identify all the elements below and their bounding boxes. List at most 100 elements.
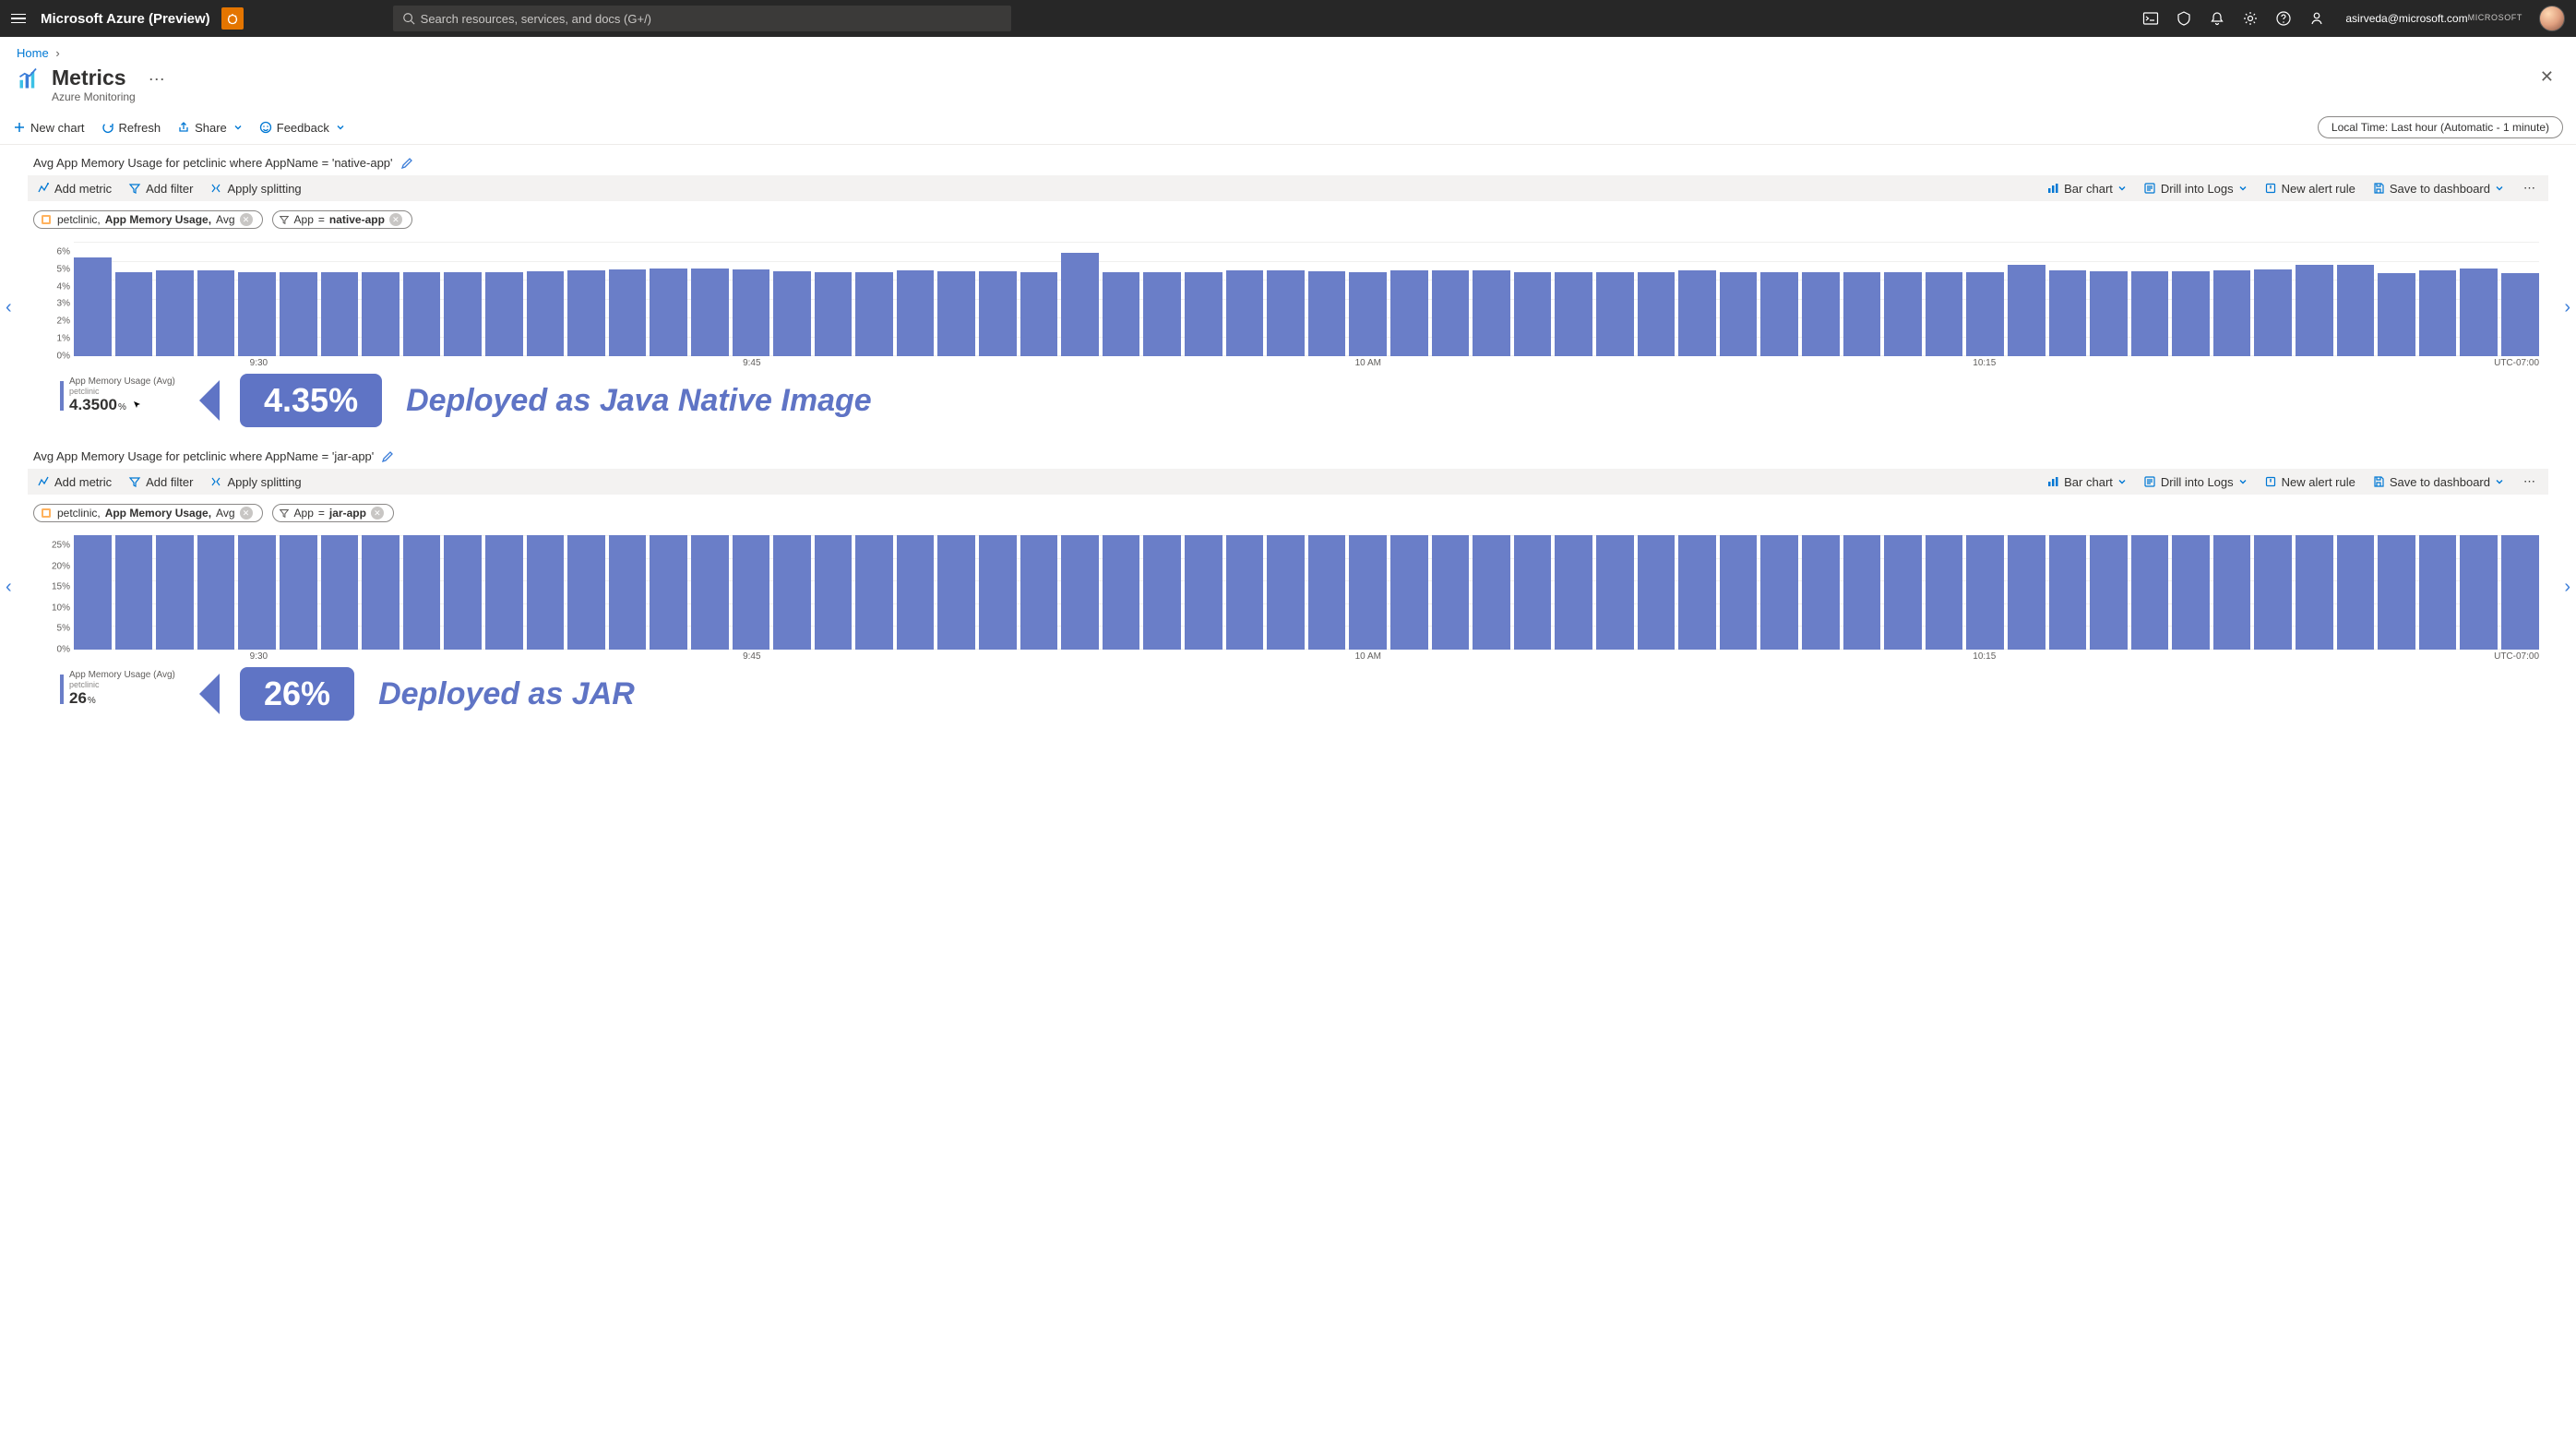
bar xyxy=(280,272,317,356)
chevron-down-icon xyxy=(233,123,243,132)
bar xyxy=(444,535,482,650)
bar xyxy=(2008,265,2045,356)
filter-chip[interactable]: App = jar-app ✕ xyxy=(272,504,394,522)
chart-command-strip: Add metric Add filter Apply splitting Ba… xyxy=(28,469,2548,495)
bar xyxy=(2419,270,2457,356)
bar xyxy=(1061,535,1099,650)
add-filter-button[interactable]: Add filter xyxy=(128,475,193,489)
filter-chip[interactable]: App = native-app ✕ xyxy=(272,210,412,229)
share-button[interactable]: Share xyxy=(177,121,243,135)
new-alert-button[interactable]: New alert rule xyxy=(2264,182,2355,196)
bar xyxy=(567,270,605,356)
chip-filter-op: = xyxy=(318,507,325,519)
legend-value: 4.3500 xyxy=(69,396,117,414)
add-metric-button[interactable]: Add metric xyxy=(37,182,112,196)
apply-splitting-button[interactable]: Apply splitting xyxy=(209,182,301,196)
save-icon xyxy=(2372,475,2385,488)
bar xyxy=(1843,272,1881,356)
new-alert-label: New alert rule xyxy=(2282,182,2355,196)
sparkle-icon xyxy=(37,182,50,195)
bar xyxy=(1267,535,1305,650)
legend-line2: petclinic xyxy=(69,680,175,689)
remove-chip-icon[interactable]: ✕ xyxy=(240,507,253,519)
feedback-button[interactable]: Feedback xyxy=(259,121,345,135)
new-chart-button[interactable]: New chart xyxy=(13,121,85,135)
drill-logs-button[interactable]: Drill into Logs xyxy=(2143,182,2248,196)
new-alert-label: New alert rule xyxy=(2282,475,2355,489)
metric-chip[interactable]: petclinic, App Memory Usage, Avg ✕ xyxy=(33,210,263,229)
chart-type-button[interactable]: Bar chart xyxy=(2046,475,2127,489)
bar xyxy=(1596,535,1634,650)
bar xyxy=(1143,272,1181,356)
help-icon[interactable] xyxy=(2275,10,2292,27)
bar xyxy=(156,270,194,356)
bar xyxy=(2254,535,2292,650)
new-alert-button[interactable]: New alert rule xyxy=(2264,475,2355,489)
refresh-button[interactable]: Refresh xyxy=(101,121,161,135)
drill-logs-button[interactable]: Drill into Logs xyxy=(2143,475,2248,489)
bar xyxy=(2049,535,2087,650)
add-metric-button[interactable]: Add metric xyxy=(37,475,112,489)
more-actions-icon[interactable]: ⋯ xyxy=(149,70,165,90)
bar xyxy=(362,535,400,650)
avatar[interactable] xyxy=(2539,6,2565,31)
pencil-icon[interactable] xyxy=(400,157,413,170)
directories-icon[interactable] xyxy=(2176,10,2192,27)
pencil-icon[interactable] xyxy=(381,450,394,463)
bar xyxy=(2378,535,2415,650)
feedback-icon[interactable] xyxy=(2308,10,2325,27)
chip-row: petclinic, App Memory Usage, Avg ✕ App =… xyxy=(28,201,2548,238)
bar xyxy=(1226,535,1264,650)
bar xyxy=(1061,253,1099,356)
metric-chip[interactable]: petclinic, App Memory Usage, Avg ✕ xyxy=(33,504,263,522)
more-chart-actions-icon[interactable]: ⋯ xyxy=(2521,474,2539,489)
bar xyxy=(1432,270,1470,356)
time-range-picker[interactable]: Local Time: Last hour (Automatic - 1 min… xyxy=(2318,116,2563,138)
prev-chart-icon[interactable]: ‹ xyxy=(6,297,12,318)
chart-type-button[interactable]: Bar chart xyxy=(2046,182,2127,196)
save-dashboard-button[interactable]: Save to dashboard xyxy=(2372,475,2504,489)
apply-splitting-button[interactable]: Apply splitting xyxy=(209,475,301,489)
cloud-shell-icon[interactable] xyxy=(2142,10,2159,27)
add-filter-label: Add filter xyxy=(146,182,193,196)
chevron-right-icon: › xyxy=(55,46,59,60)
legend-line1: App Memory Usage (Avg) xyxy=(69,670,175,680)
bar xyxy=(1966,272,2004,356)
new-chart-label: New chart xyxy=(30,121,85,135)
share-label: Share xyxy=(195,121,227,135)
bar xyxy=(650,269,687,356)
remove-chip-icon[interactable]: ✕ xyxy=(371,507,384,519)
refresh-label: Refresh xyxy=(119,121,161,135)
bar xyxy=(115,272,153,356)
close-icon[interactable]: ✕ xyxy=(2540,67,2554,87)
remove-chip-icon[interactable]: ✕ xyxy=(240,213,253,226)
breadcrumb: Home › xyxy=(0,37,2576,64)
bar xyxy=(444,272,482,356)
save-dashboard-button[interactable]: Save to dashboard xyxy=(2372,182,2504,196)
bar xyxy=(362,272,400,356)
chip-resource: petclinic, xyxy=(57,213,101,226)
chip-agg: Avg xyxy=(216,507,234,519)
settings-icon[interactable] xyxy=(2242,10,2259,27)
apply-splitting-label: Apply splitting xyxy=(227,182,301,196)
notifications-icon[interactable] xyxy=(2209,10,2225,27)
breadcrumb-home-link[interactable]: Home xyxy=(17,46,49,60)
chevron-down-icon xyxy=(2495,477,2504,486)
legend-unit: % xyxy=(118,402,126,412)
hamburger-menu-icon[interactable] xyxy=(11,9,30,28)
preview-badge-icon[interactable] xyxy=(221,7,244,30)
add-filter-button[interactable]: Add filter xyxy=(128,182,193,196)
more-chart-actions-icon[interactable]: ⋯ xyxy=(2521,181,2539,196)
chart-type-label: Bar chart xyxy=(2064,182,2113,196)
next-chart-icon[interactable]: › xyxy=(2564,297,2570,318)
prev-chart-icon[interactable]: ‹ xyxy=(6,577,12,598)
remove-chip-icon[interactable]: ✕ xyxy=(389,213,402,226)
account-info[interactable]: asirveda@microsoft.com MICROSOFT xyxy=(2345,13,2522,25)
bar xyxy=(979,271,1017,356)
bar xyxy=(74,257,112,356)
chevron-down-icon xyxy=(2238,477,2248,486)
bar xyxy=(2501,273,2539,356)
next-chart-icon[interactable]: › xyxy=(2564,577,2570,598)
legend-line1: App Memory Usage (Avg) xyxy=(69,376,175,387)
search-input[interactable]: Search resources, services, and docs (G+… xyxy=(393,6,1011,31)
